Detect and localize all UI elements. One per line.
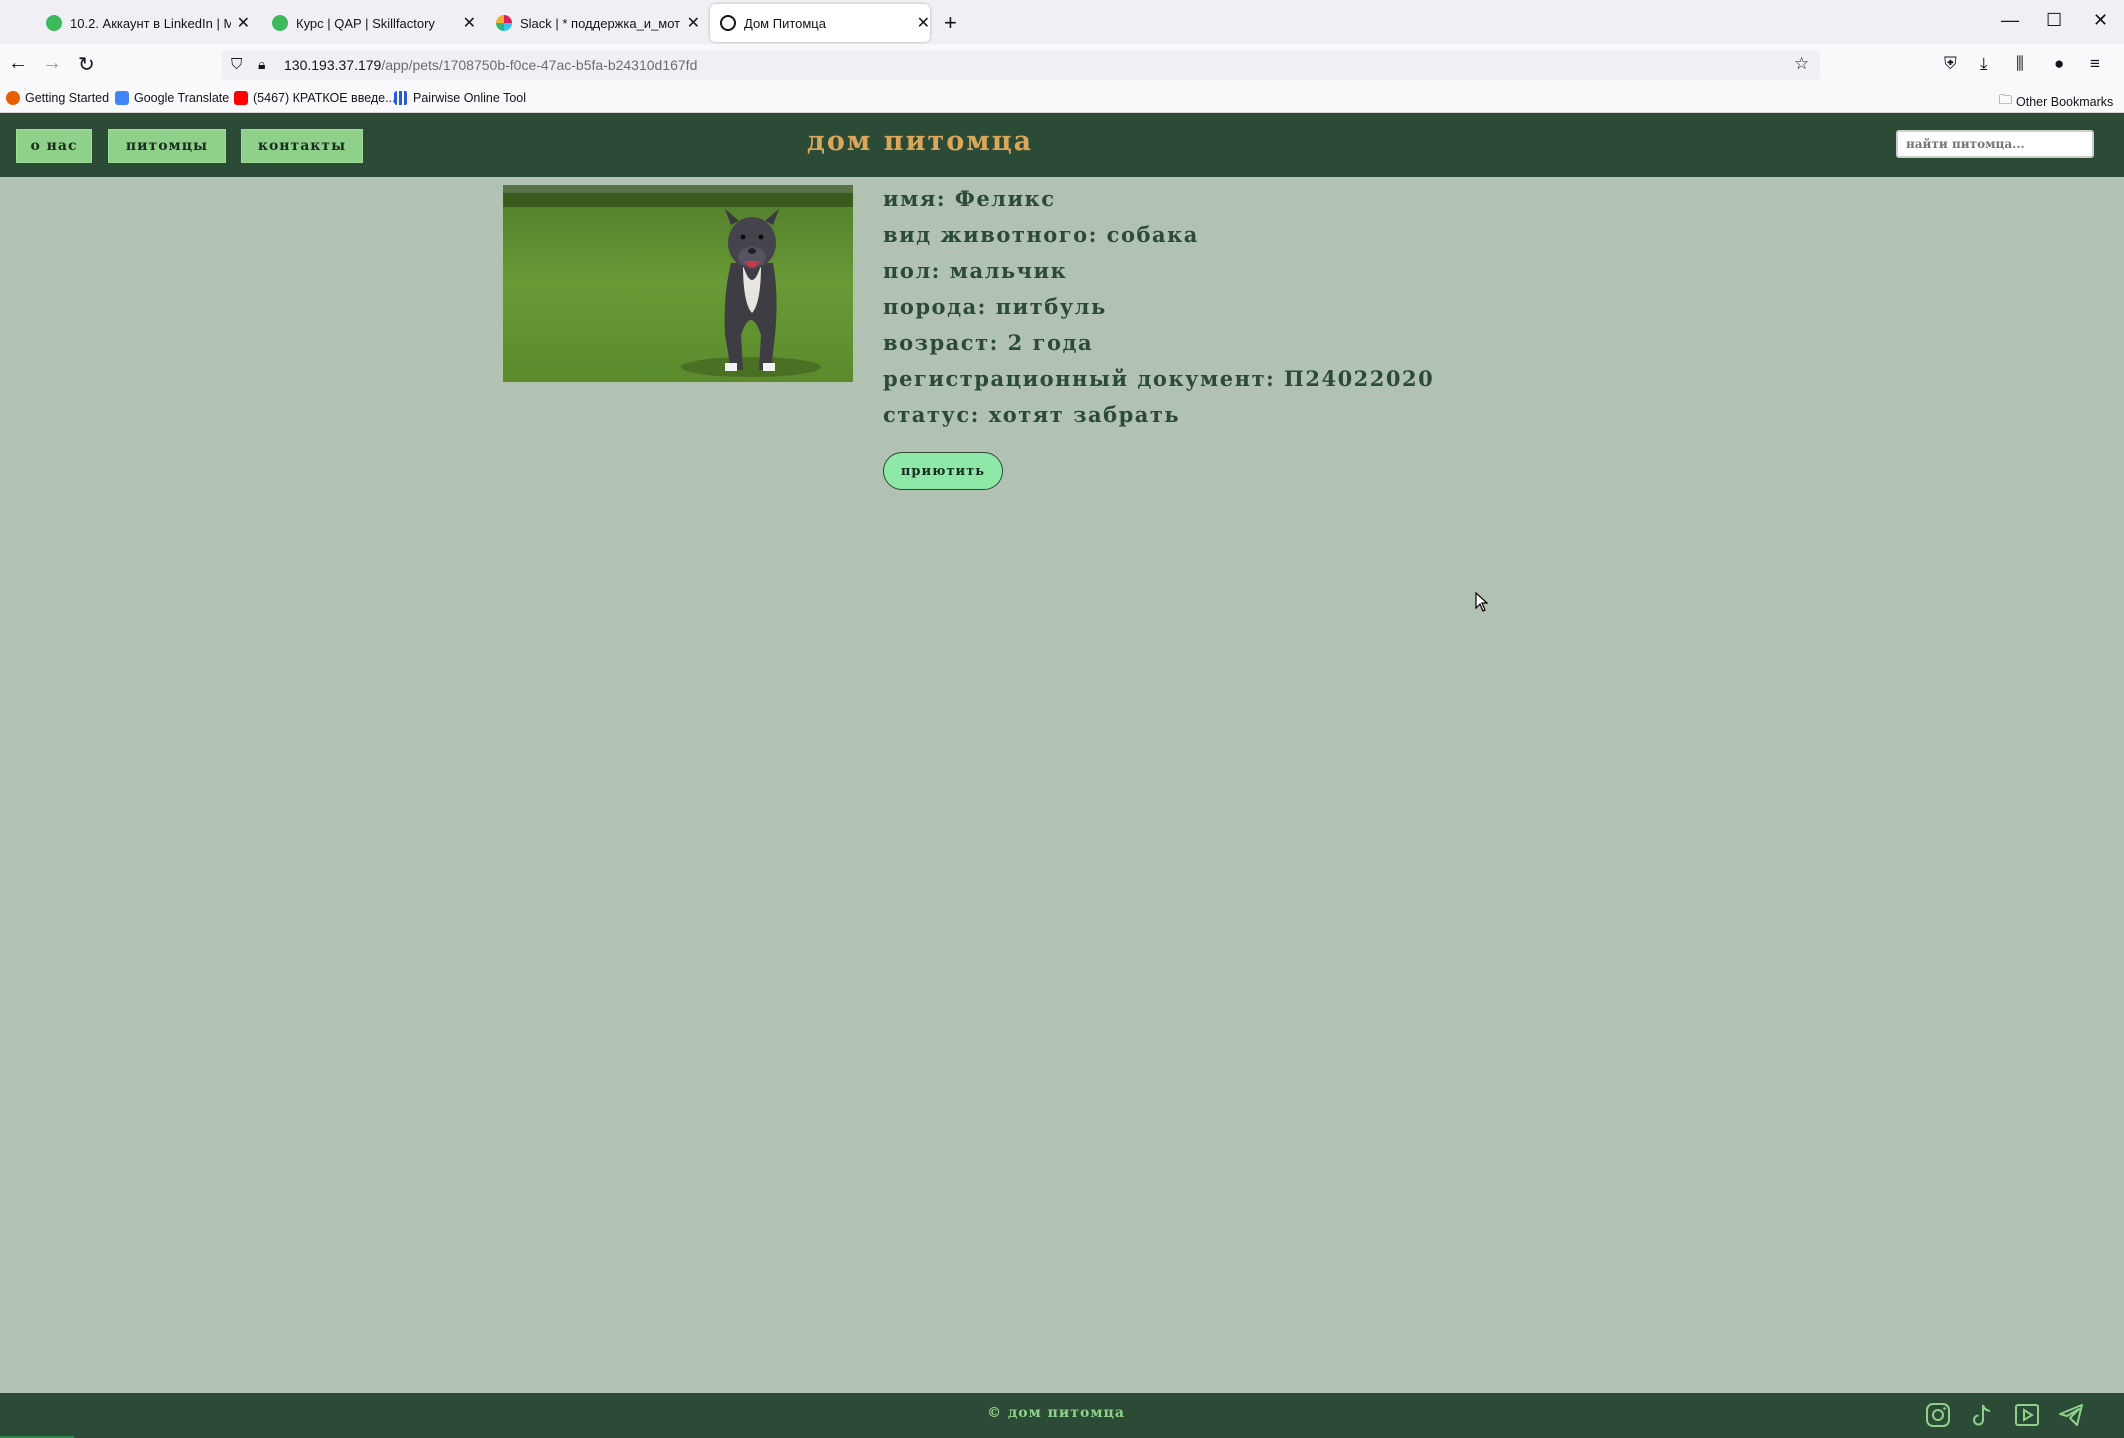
bookmark-star-icon[interactable]: ☆ bbox=[1794, 54, 1809, 74]
back-button[interactable]: ← bbox=[8, 52, 28, 75]
bookmarks-toolbar: Getting Started Google Translate (5467) … bbox=[0, 86, 2124, 113]
search-pet-input[interactable] bbox=[1896, 130, 2094, 158]
new-tab-button[interactable]: + bbox=[944, 10, 957, 36]
pet-photo bbox=[503, 185, 853, 382]
url-path: /app/pets/1708750b-f0ce-47ac-b5fa-b24310… bbox=[381, 57, 698, 73]
skillfactory-favicon-icon bbox=[46, 15, 62, 31]
download-icon[interactable]: ⤓ bbox=[1980, 54, 1988, 74]
telegram-icon[interactable] bbox=[2057, 1401, 2085, 1429]
maximize-window-button[interactable]: ☐ bbox=[2046, 10, 2062, 31]
bookmark-youtube[interactable]: (5467) КРАТКОЕ введе... bbox=[234, 91, 396, 105]
bookmark-pairwise[interactable]: Pairwise Online Tool bbox=[394, 91, 526, 105]
bookmark-label: (5467) КРАТКОЕ введе... bbox=[253, 91, 396, 105]
browser-tab-qap[interactable]: Курс | QAP | Skillfactory ✕ bbox=[262, 4, 476, 42]
bookmark-getting-started[interactable]: Getting Started bbox=[6, 91, 109, 105]
browser-tab-bar: 10.2. Аккаунт в LinkedIn | Модуль ✕ Курс… bbox=[0, 0, 2124, 44]
url-host: 130.193.37.179 bbox=[284, 57, 382, 73]
pet-registration-document: регистрационный документ: П24022020 bbox=[883, 366, 1435, 391]
tab-title: Slack | * поддержка_и_мотивация bbox=[520, 15, 681, 31]
nav-about-button[interactable]: о нас bbox=[16, 129, 92, 163]
slack-favicon-icon bbox=[496, 15, 512, 31]
skillfactory-favicon-icon bbox=[272, 15, 288, 31]
pet-sex: пол: мальчик bbox=[883, 258, 1068, 283]
minimize-window-button[interactable]: — bbox=[2001, 10, 2019, 31]
browser-tab-pet-house[interactable]: Дом Питомца ✕ bbox=[710, 4, 930, 42]
youtube-icon[interactable] bbox=[2013, 1401, 2041, 1429]
grid-icon bbox=[394, 91, 408, 105]
other-bookmarks-label: Other Bookmarks bbox=[2016, 95, 2114, 109]
extensions-icon[interactable]: ● bbox=[2054, 54, 2064, 74]
youtube-icon bbox=[234, 91, 248, 105]
pet-name: имя: Феликс bbox=[883, 186, 1056, 211]
nav-contacts-button[interactable]: контакты bbox=[241, 129, 363, 163]
browser-toolbar: ← → ↻ ⛉ 🔒︎ 130.193.37.179/app/pets/17087… bbox=[0, 44, 2124, 86]
site-footer: © дом питомца bbox=[0, 1393, 2124, 1438]
pitbull-image bbox=[503, 185, 853, 382]
forward-button[interactable]: → bbox=[42, 52, 62, 75]
google-translate-icon bbox=[115, 91, 129, 105]
pet-status: статус: хотят забрать bbox=[883, 402, 1181, 427]
dog-favicon-icon bbox=[720, 15, 736, 31]
tiktok-icon[interactable] bbox=[1968, 1401, 1996, 1429]
close-window-button[interactable]: ✕ bbox=[2093, 10, 2108, 31]
bookmark-label: Pairwise Online Tool bbox=[413, 91, 527, 105]
pet-age: возраст: 2 года bbox=[883, 330, 1094, 355]
site-header: о нас питомцы контакты дом питомца bbox=[0, 113, 2124, 177]
url-text: 130.193.37.179/app/pets/1708750b-f0ce-47… bbox=[284, 57, 697, 73]
browser-tab-slack[interactable]: Slack | * поддержка_и_мотивация ✕ bbox=[486, 4, 700, 42]
folder-icon: 🗀︎ bbox=[1999, 92, 2013, 107]
copyright: © дом питомца bbox=[987, 1405, 1125, 1421]
close-tab-icon[interactable]: ✕ bbox=[917, 13, 930, 33]
library-icon[interactable]: ⫼ bbox=[2016, 54, 2024, 74]
nav-pets-button[interactable]: питомцы bbox=[108, 129, 226, 163]
bookmark-label: Google Translate bbox=[134, 91, 230, 105]
pet-breed: порода: питбуль bbox=[883, 294, 1107, 319]
bookmark-google-translate[interactable]: Google Translate bbox=[115, 91, 229, 105]
mouse-cursor-icon bbox=[1475, 592, 1489, 612]
tab-title: Курс | QAP | Skillfactory bbox=[296, 15, 435, 31]
menu-icon[interactable]: ≡ bbox=[2090, 54, 2100, 74]
shield-icon[interactable]: ⛉ bbox=[231, 56, 242, 73]
other-bookmarks[interactable]: 🗀︎ Other Bookmarks bbox=[1999, 91, 2113, 113]
adopt-button[interactable]: приютить bbox=[883, 452, 1003, 490]
firefox-icon bbox=[6, 91, 20, 105]
browser-tab-linkedin[interactable]: 10.2. Аккаунт в LinkedIn | Модуль ✕ bbox=[36, 4, 250, 42]
instagram-icon[interactable] bbox=[1924, 1401, 1952, 1429]
tab-title: 10.2. Аккаунт в LinkedIn | Модуль bbox=[70, 15, 231, 31]
lock-icon[interactable]: 🔒︎ bbox=[258, 56, 265, 73]
close-tab-icon[interactable]: ✕ bbox=[687, 13, 700, 33]
tab-title: Дом Питомца bbox=[744, 15, 826, 31]
close-tab-icon[interactable]: ✕ bbox=[237, 13, 250, 33]
site-logo[interactable]: дом питомца bbox=[700, 126, 1140, 157]
close-tab-icon[interactable]: ✕ bbox=[463, 13, 476, 33]
pet-species: вид животного: собака bbox=[883, 222, 1199, 247]
pocket-icon[interactable]: ⛨ bbox=[1944, 54, 1957, 74]
bookmark-label: Getting Started bbox=[25, 91, 110, 105]
reload-button[interactable]: ↻ bbox=[78, 52, 95, 77]
